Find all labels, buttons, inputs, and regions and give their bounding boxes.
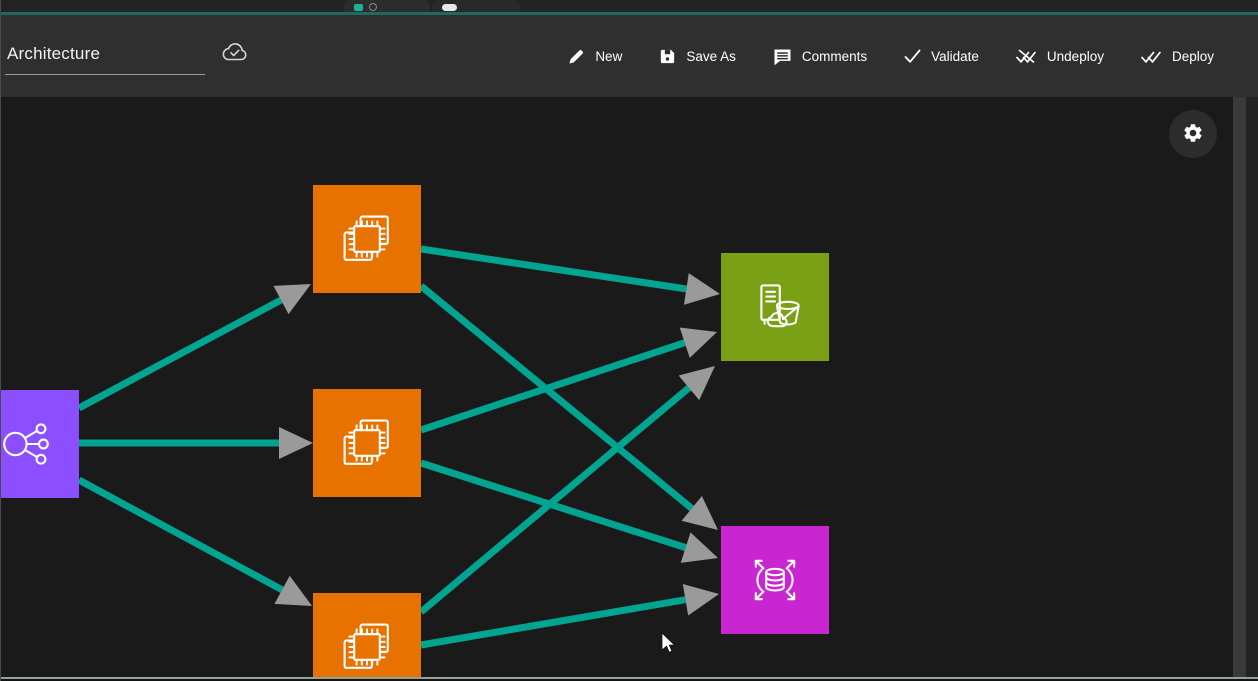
save-as-label: Save As	[686, 49, 736, 64]
validate-label: Validate	[931, 49, 979, 64]
arrowhead-icon	[681, 532, 718, 562]
favicon-icon	[369, 3, 377, 11]
ec2-instance-2-node[interactable]	[313, 389, 421, 497]
comments-icon	[772, 47, 793, 66]
new-label: New	[595, 49, 622, 64]
cloud-check-icon	[219, 41, 250, 69]
comments-button[interactable]: Comments	[770, 43, 869, 70]
edge-ec2-instance-2-to-storage[interactable]	[421, 327, 717, 430]
edge-ec2-instance-1-to-storage[interactable]	[421, 249, 720, 305]
deploy-icon	[1140, 47, 1163, 65]
storage-node[interactable]	[721, 253, 829, 361]
load-balancer-node[interactable]	[1, 390, 79, 498]
diagram-canvas-svg	[1, 97, 1233, 677]
edge-load-balancer-to-ec2-instance-3[interactable]	[79, 480, 312, 606]
arrowhead-icon	[279, 427, 313, 459]
save-as-button[interactable]: Save As	[656, 43, 738, 70]
undeploy-label: Undeploy	[1047, 49, 1104, 64]
app-logo-icon	[354, 4, 363, 11]
validate-button[interactable]: Validate	[901, 44, 981, 68]
ec2-instance-1-node[interactable]	[313, 185, 421, 293]
pencil-icon	[567, 47, 586, 66]
app-window: Architecture New	[0, 0, 1258, 681]
toolbar-actions: New Save As	[565, 43, 1216, 70]
deploy-button[interactable]: Deploy	[1138, 43, 1216, 69]
vertical-scrollbar-track	[1233, 97, 1258, 677]
favicon-icon	[442, 4, 457, 11]
ec2-instance-3-node[interactable]	[313, 593, 421, 677]
arrowhead-icon	[680, 327, 717, 357]
edge-load-balancer-to-ec2-instance-2[interactable]	[79, 427, 313, 459]
check-icon	[903, 48, 922, 64]
edge-ec2-instance-2-to-database[interactable]	[421, 463, 718, 563]
comments-label: Comments	[802, 49, 867, 64]
save-icon	[658, 47, 677, 66]
vertical-scrollbar-thumb[interactable]	[1233, 97, 1246, 677]
browser-tab[interactable]	[344, 0, 430, 12]
undeploy-button[interactable]: Undeploy	[1013, 43, 1106, 69]
new-button[interactable]: New	[565, 43, 624, 70]
diagram-canvas[interactable]	[1, 97, 1233, 677]
toolbar: Architecture New	[1, 15, 1258, 97]
deploy-label: Deploy	[1172, 49, 1214, 64]
gear-icon	[1182, 122, 1204, 147]
architecture-name-input[interactable]: Architecture	[5, 38, 205, 75]
undeploy-icon	[1015, 47, 1038, 65]
arrowhead-icon	[683, 584, 719, 616]
arrowhead-icon	[684, 273, 720, 305]
browser-tab-strip	[1, 0, 1258, 12]
edge-load-balancer-to-ec2-instance-1[interactable]	[79, 284, 311, 408]
database-node[interactable]	[721, 526, 829, 634]
canvas-settings-button[interactable]	[1169, 110, 1217, 158]
edge-ec2-instance-1-to-database[interactable]	[421, 286, 718, 530]
mouse-cursor	[662, 633, 678, 655]
browser-tab[interactable]	[432, 0, 520, 12]
